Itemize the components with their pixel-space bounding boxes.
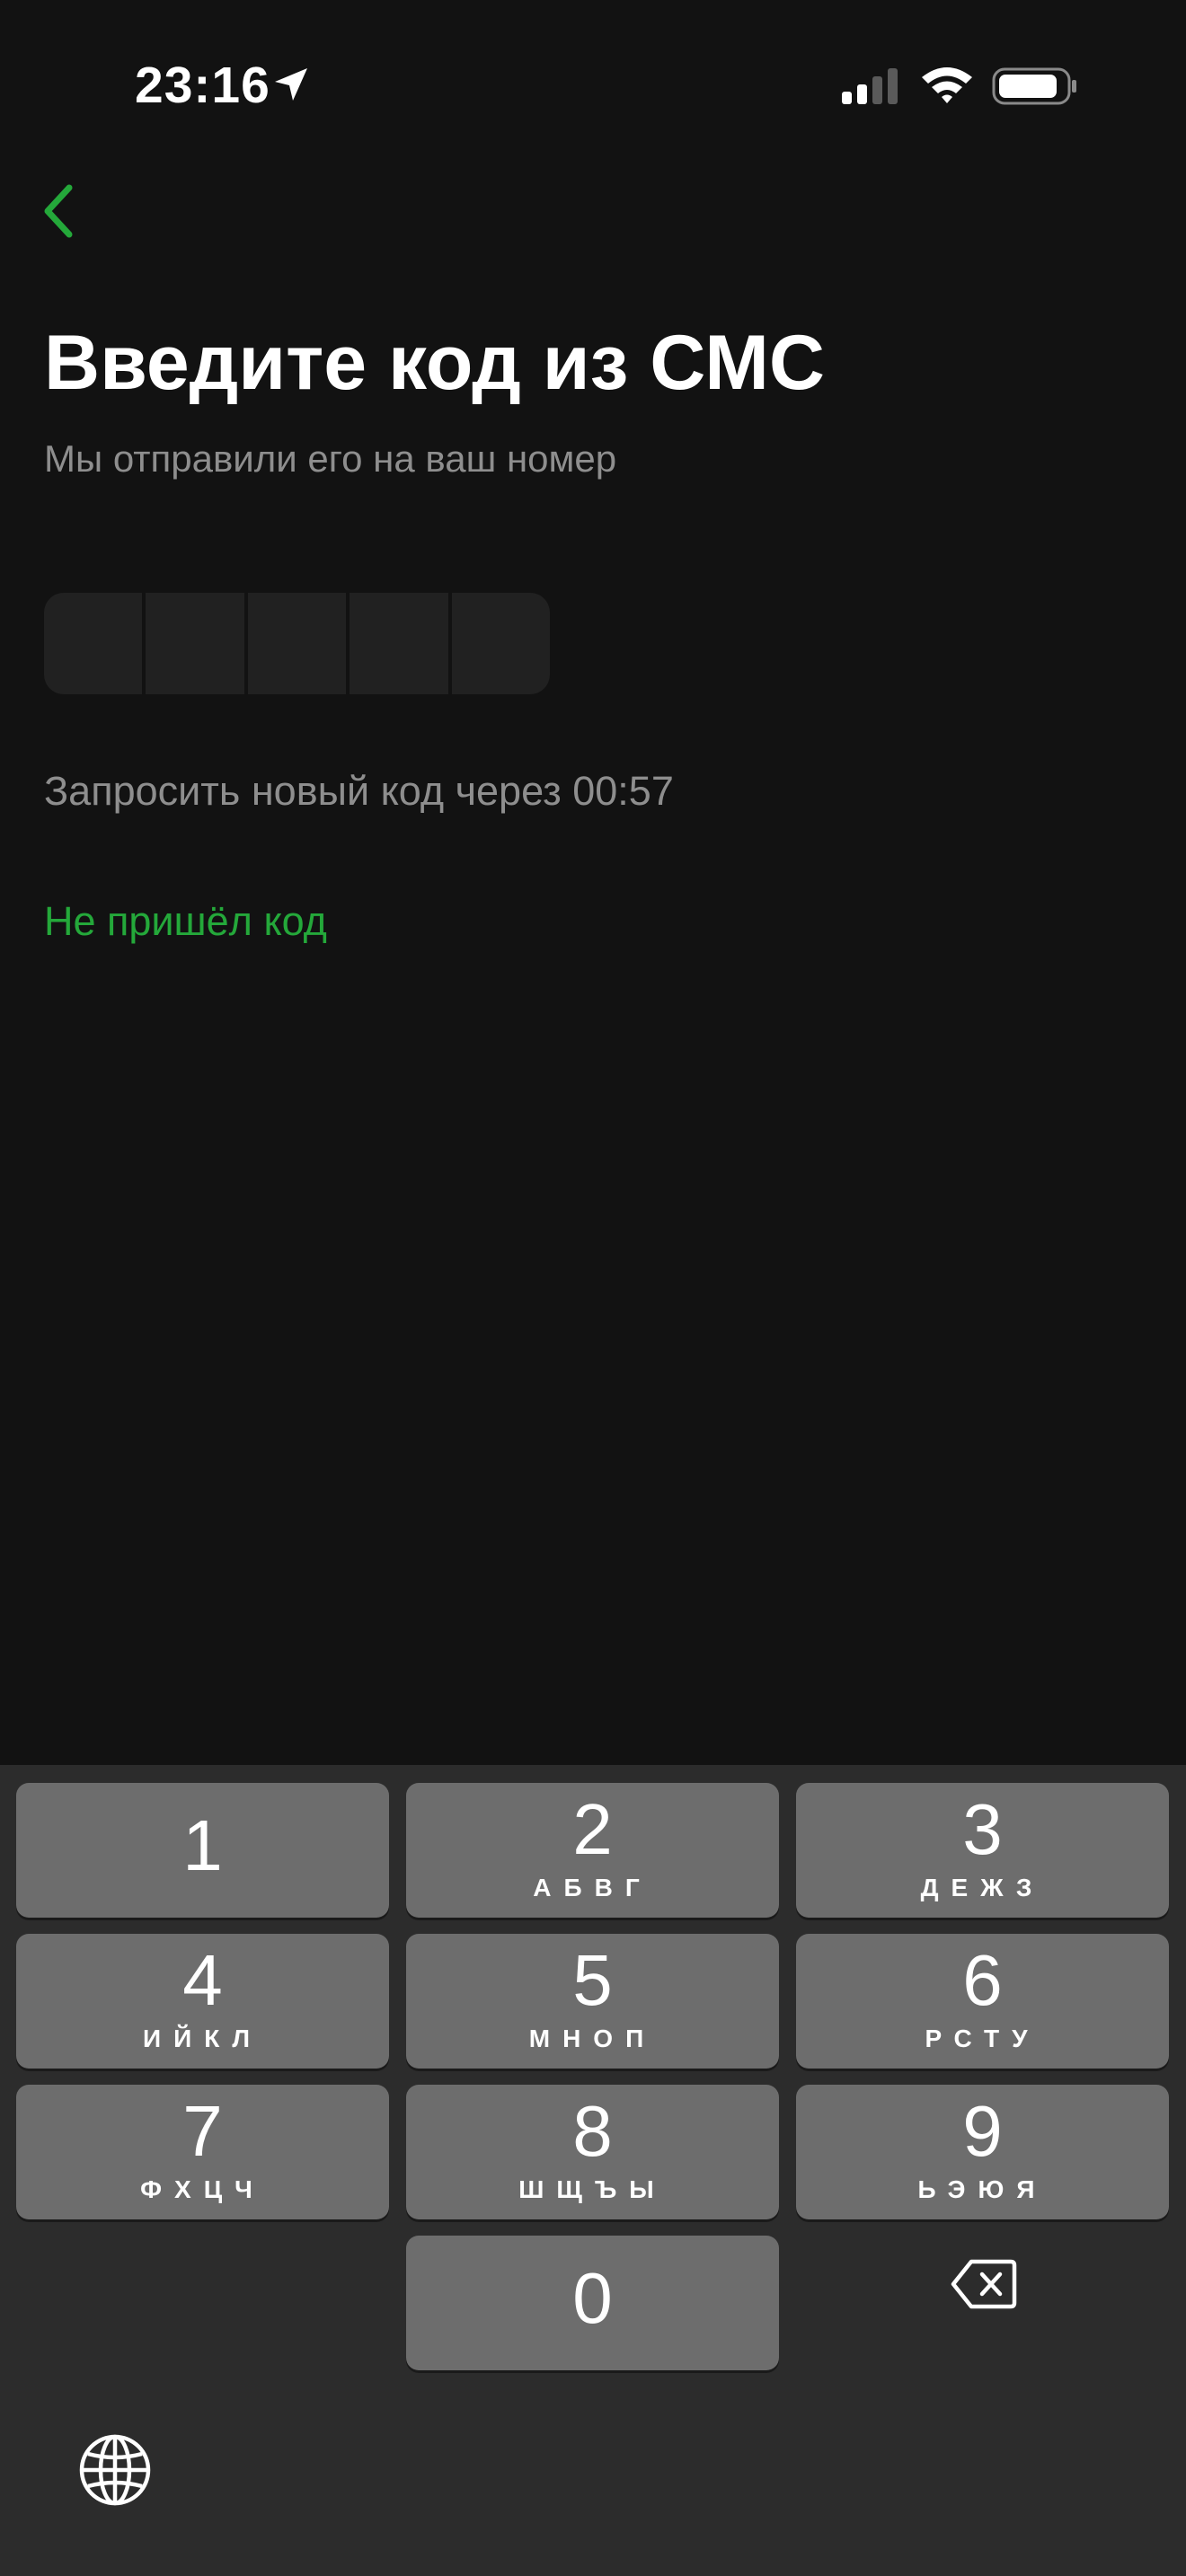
page-subtitle: Мы отправили его на ваш номер [44,437,617,480]
key-digit: 7 [182,2091,223,2171]
key-0[interactable]: 0 [406,2236,779,2370]
key-6[interactable]: 6 РСТУ [796,1934,1169,2069]
key-digit: 9 [962,2091,1003,2171]
no-code-link[interactable]: Не пришёл код [44,898,327,945]
status-time: 23:16 [135,57,270,114]
key-digit: 1 [182,1805,223,1885]
key-letters: МНОП [528,2025,657,2052]
key-digit: 3 [962,1789,1003,1869]
battery-icon [992,67,1076,105]
key-digit: 6 [962,1940,1003,2020]
backspace-button[interactable] [925,2239,1042,2329]
code-digit-cell[interactable] [44,593,143,694]
sms-code-input[interactable] [44,593,550,694]
location-arrow-icon [275,68,307,101]
key-letters: ДЕЖЗ [920,1874,1045,1901]
key-digit: 4 [182,1940,223,2020]
resend-timer: Запросить новый код через 00:57 [44,768,674,814]
key-letters: АБВГ [533,1874,652,1901]
code-digit-cell[interactable] [247,593,347,694]
key-letters: ФХЦЧ [140,2175,265,2203]
page-title: Введите код из СМС [44,320,825,406]
key-digit: 2 [572,1789,613,1869]
key-letters: ИЙКЛ [143,2025,262,2052]
key-digit: 5 [572,1940,613,2020]
status-bar: 23:16 [0,0,1186,171]
key-7[interactable]: 7 ФХЦЧ [16,2085,389,2219]
key-9[interactable]: 9 ЬЭЮЯ [796,2085,1169,2219]
key-8[interactable]: 8 ШЩЪЫ [406,2085,779,2219]
back-button[interactable] [18,171,99,251]
code-digit-cell[interactable] [451,593,550,694]
key-1[interactable]: 1 [16,1783,389,1918]
code-digit-cell[interactable] [146,593,244,694]
key-digit: 8 [572,2091,613,2171]
key-letters: ЬЭЮЯ [917,2175,1048,2203]
chevron-left-icon [44,184,73,238]
key-letters: ШЩЪЫ [518,2175,667,2203]
key-3[interactable]: 3 ДЕЖЗ [796,1783,1169,1918]
globe-icon [79,2434,151,2506]
key-2[interactable]: 2 АБВГ [406,1783,779,1918]
wifi-icon [922,67,972,103]
cellular-signal-icon [842,68,898,104]
language-switch-button[interactable] [70,2425,160,2515]
key-5[interactable]: 5 МНОП [406,1934,779,2069]
sms-code-screen: 23:16 Введите код из СМС Мы отправили ег… [0,0,1186,2576]
key-digit: 0 [572,2258,613,2338]
code-digit-cell[interactable] [350,593,448,694]
backspace-icon [951,2259,1017,2309]
key-4[interactable]: 4 ИЙКЛ [16,1934,389,2069]
key-letters: РСТУ [925,2025,1040,2052]
numeric-keyboard: 1 2 АБВГ 3 ДЕЖЗ 4 ИЙКЛ 5 МНОП 6 РСТУ 7 Ф… [0,1765,1186,2576]
